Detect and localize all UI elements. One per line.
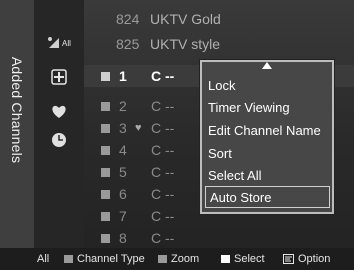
satellite-dish-icon: [48, 37, 60, 48]
footer-select-hint: Select: [221, 253, 265, 265]
channel-name: C --: [151, 208, 175, 224]
category-icon-column: All: [34, 0, 84, 248]
menu-item-select-all[interactable]: Select All: [208, 165, 326, 185]
channel-name: C --: [151, 142, 175, 158]
vertical-title-bar: Added Channels: [0, 0, 34, 248]
menu-item-timer-viewing[interactable]: Timer Viewing: [208, 97, 326, 117]
timer-clock-icon: [52, 133, 66, 147]
add-icon: [51, 69, 67, 85]
channel-row[interactable]: 824 UKTV Gold: [84, 8, 354, 30]
channel-number: 824: [116, 11, 140, 27]
color-button-icon: [64, 255, 73, 263]
channel-number: 2: [119, 98, 127, 114]
channel-number: 6: [119, 186, 127, 202]
menu-item-edit-channel-name[interactable]: Edit Channel Name: [208, 120, 326, 140]
channel-type-square-icon: [101, 124, 110, 133]
channel-type-square-icon: [101, 146, 110, 155]
channel-name: C --: [151, 120, 175, 136]
channel-type-square-icon: [101, 72, 110, 81]
scroll-up-arrow-icon[interactable]: [262, 62, 272, 69]
channel-type-square-icon: [101, 234, 110, 243]
option-button-icon: [283, 254, 294, 264]
color-button-icon: [158, 255, 167, 263]
favorite-heart-icon: ♥: [135, 122, 142, 134]
channel-name: C --: [151, 98, 175, 114]
options-popup-menu: Lock Timer Viewing Edit Channel Name Sor…: [200, 60, 334, 214]
channel-name: C --: [151, 186, 175, 202]
channel-number: 8: [119, 230, 127, 246]
enter-button-icon: [221, 255, 230, 263]
all-satellite-icon[interactable]: All: [42, 33, 76, 53]
channel-name: C --: [151, 68, 175, 84]
tv-channel-list-screen: Added Channels All 824 UKTV Gold 825 UKT…: [0, 0, 354, 270]
channel-name: UKTV style: [150, 36, 221, 52]
favorite-heart-icon: [52, 105, 66, 118]
add-channel-icon[interactable]: [48, 66, 70, 88]
channel-number: 4: [119, 142, 127, 158]
footer-zoom-hint: Zoom: [158, 253, 199, 265]
menu-item-lock[interactable]: Lock: [208, 75, 326, 95]
channel-row[interactable]: 8 C --: [84, 227, 354, 249]
channel-number: 1: [119, 68, 127, 84]
footer-channel-type-hint: Channel Type: [64, 253, 145, 265]
channel-type-square-icon: [101, 190, 110, 199]
heart-icon[interactable]: [49, 102, 69, 122]
channel-row[interactable]: 825 UKTV style: [84, 33, 354, 55]
button-guide-footer: All Channel Type Zoom Select Option: [0, 248, 354, 270]
footer-option-hint: Option: [283, 253, 330, 265]
channel-type-square-icon: [101, 102, 110, 111]
page-title: Added Channels: [9, 56, 25, 164]
channel-type-square-icon: [101, 212, 110, 221]
channel-type-square-icon: [101, 168, 110, 177]
menu-item-sort[interactable]: Sort: [208, 143, 326, 163]
channel-number: 5: [119, 164, 127, 180]
channel-name: C --: [151, 164, 175, 180]
channel-number: 7: [119, 208, 127, 224]
menu-item-auto-store[interactable]: Auto Store: [205, 186, 330, 208]
clock-icon[interactable]: [49, 130, 69, 150]
channel-number: 825: [116, 36, 140, 52]
channel-name: C --: [151, 230, 175, 246]
footer-all-hint: All: [37, 253, 50, 265]
channel-number: 3: [119, 120, 127, 136]
channel-name: UKTV Gold: [150, 11, 221, 27]
all-label: All: [62, 38, 71, 48]
